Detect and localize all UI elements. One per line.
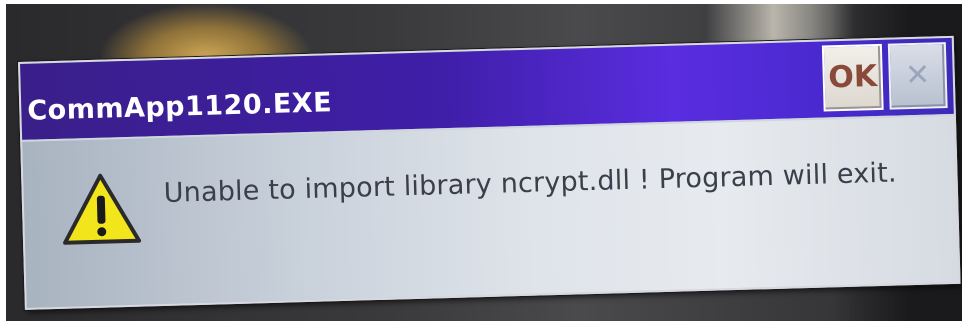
close-icon: ✕: [904, 57, 931, 94]
ok-button[interactable]: OK: [821, 43, 884, 112]
error-message: Unable to import library ncrypt.dll ! Pr…: [163, 157, 898, 209]
error-dialog: CommApp1120.EXE OK ✕ Unable to import li…: [18, 35, 961, 310]
dialog-body: Unable to import library ncrypt.dll ! Pr…: [22, 115, 959, 308]
warning-icon: [63, 173, 142, 245]
dialog-title: CommApp1120.EXE: [26, 87, 333, 127]
close-button[interactable]: ✕: [887, 42, 948, 110]
photo-background: CommApp1120.EXE OK ✕ Unable to import li…: [6, 4, 962, 321]
